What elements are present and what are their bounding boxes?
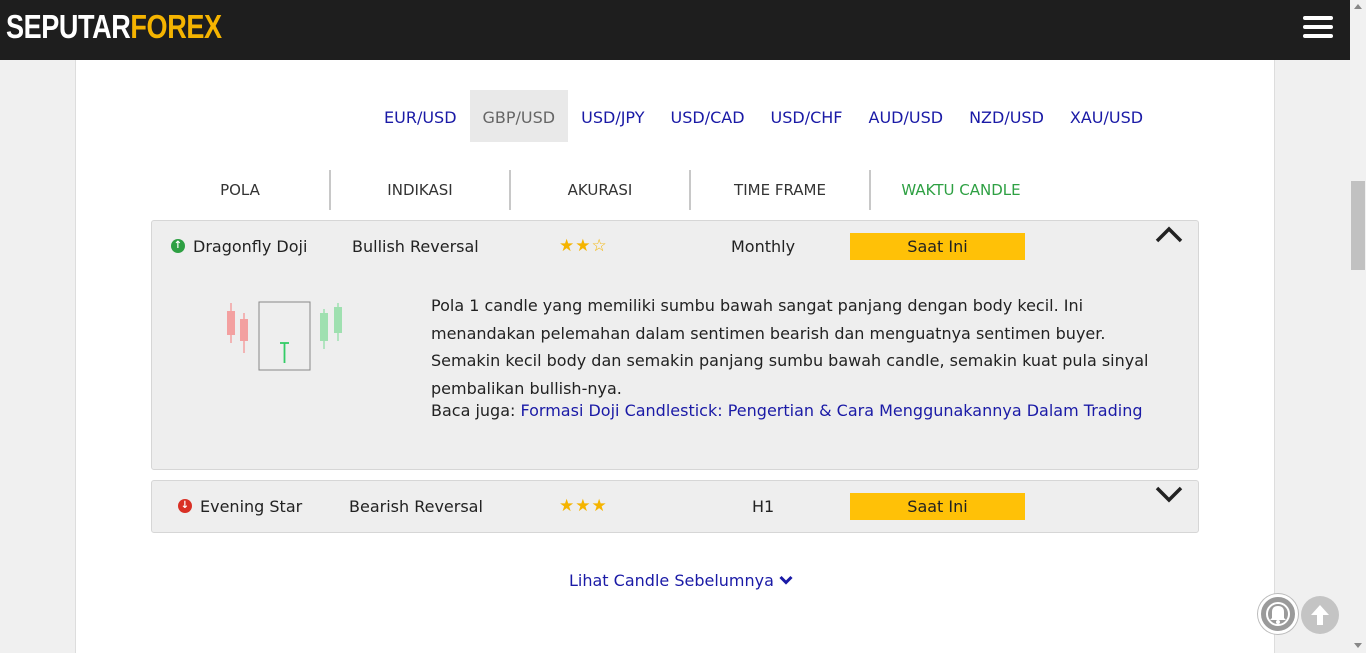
tab-eur-usd[interactable]: EUR/USD: [371, 90, 470, 142]
pattern-name: Dragonfly Doji: [193, 237, 308, 256]
top-navbar: SEPUTARFOREX: [0, 0, 1350, 60]
logo-text-accent: FOREX: [130, 8, 222, 45]
pattern-name: Evening Star: [200, 497, 303, 516]
currency-pair-tabs: EUR/USD GBP/USD USD/JPY USD/CAD USD/CHF …: [371, 90, 1156, 142]
candle-time-badge: Saat Ini: [850, 493, 1025, 520]
pattern-row[interactable]: ↓ Evening Star Bearish Reversal ★★★ H1 S…: [152, 481, 1198, 533]
tab-aud-usd[interactable]: AUD/USD: [856, 90, 957, 142]
chevron-down-icon[interactable]: [1154, 483, 1184, 505]
pattern-indication: Bearish Reversal: [349, 497, 483, 516]
tab-gbp-usd[interactable]: GBP/USD: [469, 90, 569, 142]
candle-time-badge: Saat Ini: [850, 233, 1025, 260]
scroll-down-arrow-icon[interactable]: [1354, 643, 1362, 648]
accuracy-stars: ★★★: [559, 496, 608, 516]
chevron-down-icon: [779, 575, 793, 585]
tab-xau-usd[interactable]: XAU/USD: [1057, 90, 1156, 142]
tab-usd-cad[interactable]: USD/CAD: [658, 90, 758, 142]
pattern-timeframe: H1: [752, 497, 775, 516]
pattern-table-header: POLA INDIKASI AKURASI TIME FRAME WAKTU C…: [151, 170, 1051, 210]
notification-bell-button[interactable]: [1258, 594, 1298, 634]
pattern-timeframe: Monthly: [731, 237, 796, 256]
page-scrollbar[interactable]: [1350, 0, 1366, 653]
column-header-time-frame: TIME FRAME: [691, 170, 871, 210]
column-header-pola: POLA: [151, 170, 331, 210]
scroll-up-arrow-icon[interactable]: [1354, 4, 1362, 9]
accuracy-stars: ★★☆: [559, 236, 608, 256]
main-content: EUR/USD GBP/USD USD/JPY USD/CAD USD/CHF …: [75, 60, 1275, 653]
column-header-akurasi: AKURASI: [511, 170, 691, 210]
site-logo[interactable]: SEPUTARFOREX: [6, 8, 222, 46]
load-previous-candles-link[interactable]: Lihat Candle Sebelumnya: [569, 571, 793, 590]
tab-usd-jpy[interactable]: USD/JPY: [568, 90, 657, 142]
pattern-indication: Bullish Reversal: [352, 237, 479, 256]
arrow-down-circle-icon: ↓: [178, 499, 192, 513]
arrow-up-circle-icon: ↑: [171, 239, 185, 253]
read-also-link[interactable]: Formasi Doji Candlestick: Pengertian & C…: [521, 401, 1143, 420]
read-also-label: Baca juga:: [431, 401, 521, 420]
scrollbar-thumb[interactable]: [1351, 181, 1365, 270]
pattern-row[interactable]: ↑ Dragonfly Doji Bullish Reversal ★★☆ Mo…: [152, 221, 1198, 273]
column-header-indikasi: INDIKASI: [331, 170, 511, 210]
scroll-to-top-button[interactable]: [1301, 596, 1339, 634]
pattern-description: Pola 1 candle yang memiliki sumbu bawah …: [431, 296, 1149, 398]
pattern-card-expanded: ↑ Dragonfly Doji Bullish Reversal ★★☆ Mo…: [151, 220, 1199, 470]
arrow-up-icon: [1311, 605, 1329, 625]
tab-nzd-usd[interactable]: NZD/USD: [956, 90, 1057, 142]
dragonfly-doji-pattern-image: [227, 301, 342, 371]
hamburger-menu-icon[interactable]: [1303, 16, 1333, 42]
logo-text-primary: SEPUTAR: [6, 8, 131, 45]
load-more-label: Lihat Candle Sebelumnya: [569, 571, 774, 590]
bell-icon: [1270, 606, 1286, 624]
tab-usd-chf[interactable]: USD/CHF: [758, 90, 856, 142]
pattern-card-collapsed[interactable]: ↓ Evening Star Bearish Reversal ★★★ H1 S…: [151, 480, 1199, 533]
read-also: Baca juga: Formasi Doji Candlestick: Pen…: [431, 397, 1142, 424]
column-header-waktu-candle: WAKTU CANDLE: [901, 181, 1021, 199]
chevron-up-icon[interactable]: [1154, 224, 1184, 246]
